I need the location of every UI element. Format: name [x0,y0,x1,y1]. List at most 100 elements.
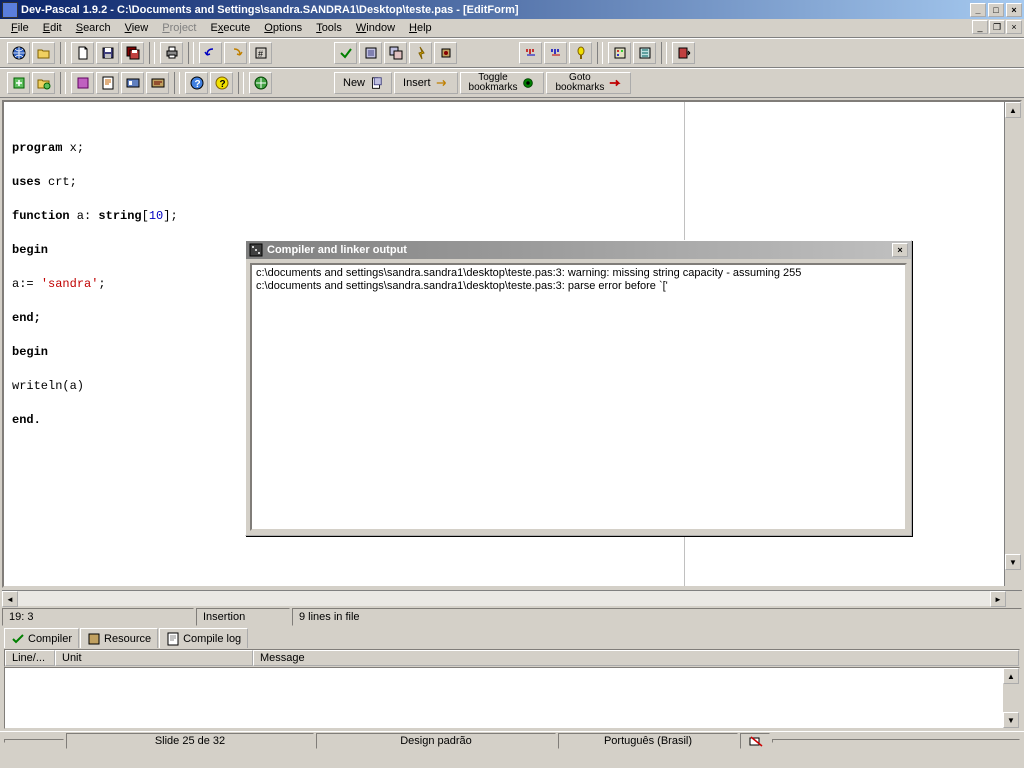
output-titlebar[interactable]: Compiler and linker output × [246,241,911,259]
web-icon[interactable] [249,72,272,94]
tab-resource[interactable]: Resource [80,628,158,648]
debug-icon[interactable] [434,42,457,64]
print-icon[interactable] [160,42,183,64]
menu-search[interactable]: SearchSearch [69,20,118,36]
open-folder-icon[interactable] [32,42,55,64]
project-new-icon[interactable] [7,72,30,94]
save-icon[interactable] [96,42,119,64]
step-into-icon[interactable] [544,42,567,64]
options-icon[interactable] [608,42,631,64]
tab-compile-log[interactable]: Compile log [159,628,248,648]
about-icon[interactable]: ? [210,72,233,94]
menu-tools[interactable]: ToolsTools [309,20,349,36]
scroll-down-icon[interactable]: ▼ [1005,554,1021,570]
maximize-button[interactable]: □ [988,3,1004,17]
undo-icon[interactable] [199,42,222,64]
scroll-corner [1006,591,1022,606]
compile-log-icon[interactable] [96,72,119,94]
output-tabs: Compiler Resource Compile log [0,626,1024,649]
toolbar-main: # [0,38,1024,68]
insert-mode: Insertion [196,608,290,626]
log-tab-icon [166,632,180,646]
tools-icon[interactable] [633,42,656,64]
compile-icon[interactable] [334,42,357,64]
find-icon[interactable]: # [249,42,272,64]
message-grid-header: Line/... Unit Message [4,649,1020,667]
globe-icon[interactable] [7,42,30,64]
scroll-track[interactable] [18,591,990,606]
menu-edit[interactable]: EditEdit [36,20,69,36]
menu-execute[interactable]: ExecuteExecute [204,20,258,36]
help-icon[interactable]: ? [185,72,208,94]
new-button[interactable]: New [334,72,392,94]
tab-compiler[interactable]: Compiler [4,628,79,648]
titlebar: Dev-Pascal 1.9.2 - C:\Documents and Sett… [0,0,1024,19]
minimize-button[interactable]: _ [970,3,986,17]
run-icon[interactable] [409,42,432,64]
grid-scroll-down-icon[interactable]: ▼ [1003,712,1019,728]
window-title: Dev-Pascal 1.9.2 - C:\Documents and Sett… [21,4,970,16]
debug-panel-icon[interactable] [121,72,144,94]
status-glyph-icon [749,735,763,747]
grid-scroll-up-icon[interactable]: ▲ [1003,668,1019,684]
close-button[interactable]: × [1006,3,1022,17]
build-icon[interactable] [359,42,382,64]
window-buttons: _ □ × [970,3,1022,17]
grid-scrollbar[interactable]: ▲ ▼ [1003,668,1019,728]
output-window-icon [249,243,263,257]
svg-text:?: ? [194,79,200,90]
output-text[interactable]: c:\documents and settings\sandra.sandra1… [250,263,907,531]
menu-view[interactable]: ViewView [118,20,156,36]
new-file-icon[interactable] [71,42,94,64]
vertical-scrollbar[interactable]: ▲ ▼ [1004,102,1020,586]
project-add-icon[interactable] [32,72,55,94]
output-close-button[interactable]: × [892,243,908,257]
svg-text:?: ? [219,79,225,90]
col-unit[interactable]: Unit [55,650,253,666]
horizontal-scrollbar[interactable]: ◄ ► [2,590,1022,606]
mdi-restore-button[interactable]: ❐ [989,20,1005,34]
toolbar-secondary: ? ? New Insert Toggle bookmarks Goto boo… [0,68,1024,98]
mdi-minimize-button[interactable]: _ [972,20,988,34]
check-icon [11,632,25,646]
output-title: Compiler and linker output [267,244,407,256]
svg-text:#: # [258,49,263,59]
mdi-close-button[interactable]: × [1006,20,1022,34]
redo-icon[interactable] [224,42,247,64]
line-count: 9 lines in file [292,608,1022,626]
language-indicator: Português (Brasil) [558,733,738,749]
exit-icon[interactable] [672,42,695,64]
output-icon[interactable] [146,72,169,94]
goto-bookmarks-button[interactable]: Goto bookmarks [546,72,631,94]
watch-icon[interactable] [569,42,592,64]
scroll-right-icon[interactable]: ► [990,591,1006,607]
cursor-position: 19: 3 [2,608,194,626]
menu-help[interactable]: HelpHelp [402,20,439,36]
insert-button[interactable]: Insert [394,72,458,94]
rebuild-icon[interactable] [384,42,407,64]
menubar: FFileile EditEdit SearchSearch ViewView … [0,19,1024,38]
scroll-up-icon[interactable]: ▲ [1005,102,1021,118]
status-icon [740,733,770,749]
message-grid[interactable]: ▲ ▼ [4,667,1020,729]
menu-window[interactable]: WindowWindow [349,20,402,36]
save-all-icon[interactable] [121,42,144,64]
mdi-buttons: _ ❐ × [972,20,1022,34]
status-pane-1 [4,739,64,743]
output-line: c:\documents and settings\sandra.sandra1… [256,280,901,293]
status-pane-filler [772,739,1020,743]
col-message[interactable]: Message [253,650,1019,666]
step-over-icon[interactable] [519,42,542,64]
design-indicator: Design padrão [316,733,556,749]
output-line: c:\documents and settings\sandra.sandra1… [256,267,901,280]
application-statusbar: Slide 25 de 32 Design padrão Português (… [0,731,1024,749]
col-line[interactable]: Line/... [5,650,55,666]
menu-project: ProjectProject [155,20,203,36]
compiler-output-window[interactable]: Compiler and linker output × c:\document… [245,240,912,536]
menu-file[interactable]: FFileile [4,20,36,36]
toggle-bookmarks-button[interactable]: Toggle bookmarks [460,72,545,94]
scroll-left-icon[interactable]: ◄ [2,591,18,607]
editor-statusbar: 19: 3 Insertion 9 lines in file [0,608,1024,626]
resource-icon[interactable] [71,72,94,94]
menu-options[interactable]: OptionsOptions [257,20,309,36]
